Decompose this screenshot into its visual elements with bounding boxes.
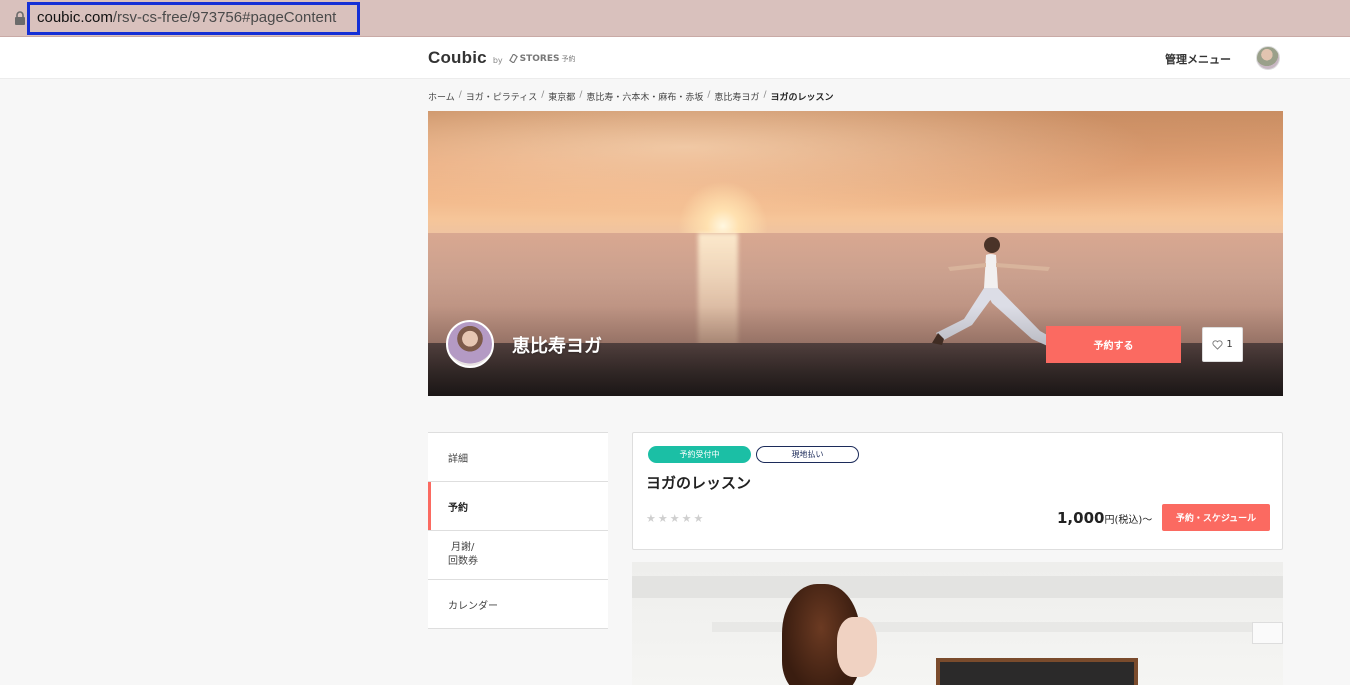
breadcrumb-category[interactable]: ヨガ・ピラティス (466, 90, 537, 103)
nav-item-label-line2: 回数券 (448, 556, 478, 567)
logo-stores-sub: 予約 (561, 54, 576, 63)
nav-item-monthly-tickets[interactable]: 月謝/ 回数券 (428, 531, 608, 580)
lesson-card[interactable]: 予約受付中 現地払い ヨガのレッスン ★ ★ ★ ★ ★ 1,000 円(税込)… (632, 432, 1283, 550)
site-header: Coubic by STORES 予約 管理メニュー (0, 37, 1350, 79)
store-name: 恵比寿ヨガ (512, 336, 602, 357)
photo-chalkboard (936, 658, 1138, 685)
lesson-price: 1,000 円(税込)〜 (1057, 509, 1152, 527)
stores-mark-icon (508, 54, 518, 63)
store-avatar (446, 320, 494, 368)
nav-item-reservation[interactable]: 予約 (428, 482, 608, 531)
nav-item-label: 詳細 (448, 453, 468, 465)
reserve-button[interactable]: 予約する (1046, 326, 1181, 363)
breadcrumb-separator: / (579, 90, 583, 100)
breadcrumb-separator: / (458, 90, 462, 100)
url-path: /rsv-cs-free/973756#pageContent (112, 9, 337, 26)
breadcrumb-home[interactable]: ホーム (428, 90, 455, 103)
nav-item-label: 予約 (448, 502, 468, 514)
hero-banner: 恵比寿ヨガ 予約する 1 (428, 111, 1283, 396)
nav-item-details[interactable]: 詳細 (428, 433, 608, 482)
nav-item-label: 月謝/ 回数券 (448, 541, 478, 569)
side-navigation: 詳細 予約 月謝/ 回数券 カレンダー (428, 432, 608, 629)
rating-stars: ★ ★ ★ ★ ★ (646, 513, 703, 524)
logo-stores-text: STORES (519, 53, 560, 64)
favorite-button[interactable]: 1 (1202, 327, 1243, 362)
price-unit: 円(税込)〜 (1104, 515, 1153, 526)
photo-ceiling-beam (632, 576, 1283, 598)
breadcrumb-separator: / (707, 90, 711, 100)
user-avatar[interactable] (1256, 46, 1280, 70)
hero-sky (428, 111, 1283, 231)
breadcrumb-store[interactable]: 恵比寿ヨガ (714, 90, 759, 103)
status-badge: 予約受付中 (648, 446, 751, 463)
breadcrumb-current: ヨガのレッスン (770, 93, 834, 103)
favorite-count: 1 (1226, 339, 1233, 350)
breadcrumb: ホーム / ヨガ・ピラティス / 東京都 / 恵比寿・六本木・麻布・赤坂 / 恵… (428, 90, 834, 103)
nav-item-calendar[interactable]: カレンダー (428, 580, 608, 629)
payment-badge: 現地払い (756, 446, 859, 463)
price-amount: 1,000 (1057, 509, 1105, 527)
url-domain: coubic.com (37, 9, 113, 26)
star-icon: ★ (646, 512, 656, 525)
star-icon: ★ (657, 512, 668, 525)
star-icon: ★ (693, 512, 704, 525)
site-logo[interactable]: Coubic by STORES 予約 (428, 48, 575, 68)
photo-air-conditioner (1252, 622, 1283, 644)
browser-address-bar: coubic.com/rsv-cs-free/973756#pageConten… (0, 0, 1350, 37)
breadcrumb-separator: / (763, 90, 767, 100)
logo-by: by (492, 56, 503, 65)
photo-person-face (837, 617, 877, 677)
breadcrumb-area[interactable]: 恵比寿・六本木・麻布・赤坂 (586, 90, 703, 103)
logo-stores: STORES 予約 (508, 53, 576, 64)
lock-icon (15, 11, 25, 25)
star-icon: ★ (681, 512, 692, 525)
admin-menu-link[interactable]: 管理メニュー (1165, 51, 1231, 67)
lesson-photo (632, 562, 1283, 685)
star-icon: ★ (669, 512, 680, 525)
breadcrumb-prefecture[interactable]: 東京都 (548, 90, 575, 103)
url-input[interactable]: coubic.com/rsv-cs-free/973756#pageConten… (37, 9, 336, 26)
breadcrumb-separator: / (541, 90, 545, 100)
heart-icon (1212, 339, 1223, 350)
lesson-title[interactable]: ヨガのレッスン (646, 472, 751, 493)
logo-coubic: Coubic (428, 48, 487, 67)
nav-item-label: カレンダー (448, 600, 498, 612)
nav-item-label-line1: 月謝/ (451, 542, 475, 553)
schedule-button[interactable]: 予約・スケジュール (1162, 504, 1270, 531)
